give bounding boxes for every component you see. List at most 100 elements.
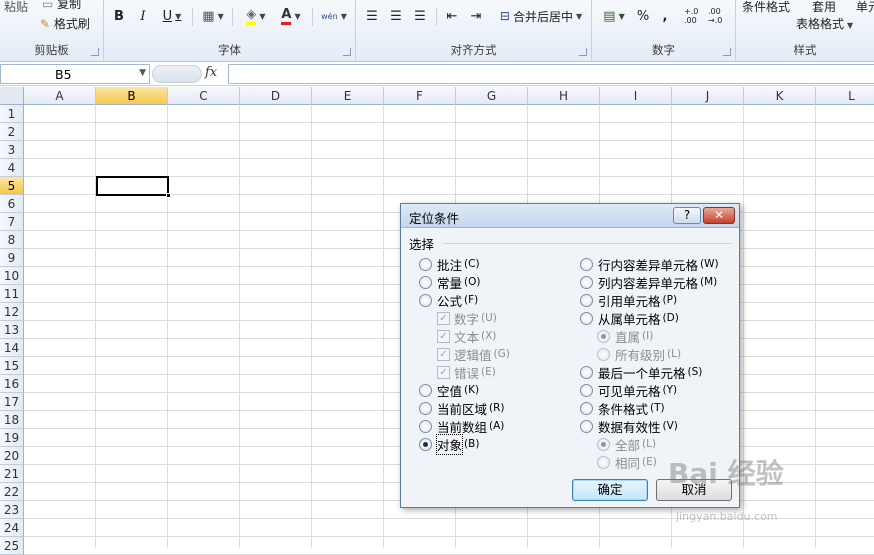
radio-left-8[interactable]: 当前区域 (R): [419, 400, 505, 417]
ok-button[interactable]: 确定: [572, 479, 648, 501]
access-key-label: (E): [481, 366, 496, 378]
cell-styles-button[interactable]: 单元: [856, 0, 874, 15]
radio-right-2[interactable]: 引用单元格 (P): [580, 292, 677, 309]
row-header-12[interactable]: 12: [0, 303, 24, 321]
clipboard-group: 粘贴 ▭ 复制 ✎ 格式刷 剪贴板: [0, 0, 104, 62]
row-header-11[interactable]: 11: [0, 285, 24, 303]
row-header-3[interactable]: 3: [0, 141, 24, 159]
font-launcher-icon[interactable]: [343, 48, 351, 56]
column-header-j[interactable]: J: [672, 87, 744, 105]
column-header-c[interactable]: C: [168, 87, 240, 105]
row-header-9[interactable]: 9: [0, 249, 24, 267]
row-header-22[interactable]: 22: [0, 483, 24, 501]
italic-button[interactable]: I: [134, 6, 152, 26]
column-header-e[interactable]: E: [312, 87, 384, 105]
insert-function-button[interactable]: fx: [205, 65, 217, 80]
column-header-d[interactable]: D: [240, 87, 312, 105]
row-header-13[interactable]: 13: [0, 321, 24, 339]
percent-button[interactable]: %: [634, 6, 652, 26]
row-header-15[interactable]: 15: [0, 357, 24, 375]
row-header-6[interactable]: 6: [0, 195, 24, 213]
bold-button[interactable]: B: [110, 6, 128, 26]
column-header-b[interactable]: B: [96, 87, 168, 105]
column-header-f[interactable]: F: [384, 87, 456, 105]
column-header-i[interactable]: I: [600, 87, 672, 105]
row-header-5[interactable]: 5: [0, 177, 24, 195]
fill-handle[interactable]: [166, 193, 171, 198]
radio-left-9[interactable]: 当前数组 (A): [419, 418, 504, 435]
column-header-h[interactable]: H: [528, 87, 600, 105]
radio-left-10[interactable]: 对象 (B): [419, 433, 479, 455]
row-header-16[interactable]: 16: [0, 375, 24, 393]
comma-button[interactable]: ,: [658, 6, 672, 26]
select-all-button[interactable]: [0, 87, 24, 105]
radio-left-0[interactable]: 批注 (C): [419, 256, 480, 273]
copy-button[interactable]: ▭ 复制: [42, 0, 81, 12]
close-button[interactable]: ✕: [703, 207, 735, 224]
formula-bar-splitter[interactable]: [152, 65, 202, 83]
font-color-button[interactable]: A ▼: [276, 6, 306, 26]
table-format-button[interactable]: 表格格式 ▼: [796, 15, 853, 32]
radio-left-7[interactable]: 空值 (K): [419, 382, 479, 399]
conditional-format-button[interactable]: 条件格式: [742, 0, 790, 15]
row-header-1[interactable]: 1: [0, 105, 24, 123]
row-header-7[interactable]: 7: [0, 213, 24, 231]
radio-right-0[interactable]: 行内容差异单元格 (W): [580, 256, 719, 273]
align-left-button[interactable]: ☰: [362, 6, 382, 26]
name-box[interactable]: B5 ▼: [0, 64, 150, 84]
row-header-14[interactable]: 14: [0, 339, 24, 357]
radio-right-1[interactable]: 列内容差异单元格 (M): [580, 274, 717, 291]
row-header-8[interactable]: 8: [0, 231, 24, 249]
underline-button[interactable]: U ▼: [158, 6, 186, 26]
chevron-down-icon[interactable]: ▼: [139, 68, 146, 78]
accounting-format-button[interactable]: ▤ ▼: [598, 6, 630, 26]
align-center-button[interactable]: ☰: [386, 6, 406, 26]
fill-color-button[interactable]: ◈ ▼: [240, 6, 272, 26]
row-header-25[interactable]: 25: [0, 537, 24, 555]
radio-right-7[interactable]: 可见单元格 (Y): [580, 382, 677, 399]
row-header-17[interactable]: 17: [0, 393, 24, 411]
row-header-2[interactable]: 2: [0, 123, 24, 141]
row-header-18[interactable]: 18: [0, 411, 24, 429]
option-label: 公式: [437, 293, 463, 309]
format-painter-button[interactable]: ✎ 格式刷: [40, 15, 90, 32]
row-header-10[interactable]: 10: [0, 267, 24, 285]
border-button[interactable]: ▦ ▼: [198, 6, 228, 26]
clipboard-launcher-icon[interactable]: [91, 48, 99, 56]
merge-center-button[interactable]: ⊟ 合并后居中 ▼: [494, 6, 588, 26]
dialog-titlebar[interactable]: 定位条件 ? ✕: [401, 204, 739, 228]
radio-right-8[interactable]: 条件格式 (T): [580, 400, 665, 417]
radio-right-3[interactable]: 从属单元格 (D): [580, 310, 679, 327]
checkbox-icon: ✓: [437, 329, 450, 343]
row-header-4[interactable]: 4: [0, 159, 24, 177]
increase-decimal-button[interactable]: +.0 .00: [684, 6, 706, 26]
increase-indent-button[interactable]: ⇥: [466, 6, 486, 26]
row-header-19[interactable]: 19: [0, 429, 24, 447]
radio-right-9[interactable]: 数据有效性 (V): [580, 418, 678, 435]
column-header-g[interactable]: G: [456, 87, 528, 105]
decrease-indent-button[interactable]: ⇤: [442, 6, 462, 26]
chevron-down-icon: ▼: [175, 11, 182, 21]
row-header-21[interactable]: 21: [0, 465, 24, 483]
font-group: B I U ▼ ▦ ▼ ◈ ▼ A ▼ wén ▼ 字体: [104, 0, 356, 62]
alignment-launcher-icon[interactable]: [579, 48, 587, 56]
row-header-24[interactable]: 24: [0, 519, 24, 537]
radio-right-6[interactable]: 最后一个单元格 (S): [580, 364, 702, 381]
row-header-20[interactable]: 20: [0, 447, 24, 465]
phonetic-button[interactable]: wén ▼: [317, 6, 351, 26]
align-right-button[interactable]: ☰: [410, 6, 430, 26]
table-format-apply-label[interactable]: 套用: [812, 0, 836, 15]
paste-button[interactable]: 粘贴: [4, 0, 28, 15]
formula-input[interactable]: [228, 64, 874, 84]
column-header-k[interactable]: K: [744, 87, 816, 105]
column-header-l[interactable]: L: [816, 87, 874, 105]
radio-left-2[interactable]: 公式 (F): [419, 292, 478, 309]
active-cell[interactable]: [96, 176, 169, 196]
number-launcher-icon[interactable]: [723, 48, 731, 56]
access-key-label: (I): [642, 330, 654, 342]
row-header-23[interactable]: 23: [0, 501, 24, 519]
column-header-a[interactable]: A: [24, 87, 96, 105]
radio-left-1[interactable]: 常量 (O): [419, 274, 480, 291]
decrease-decimal-button[interactable]: .00 →.0: [708, 6, 730, 26]
help-button[interactable]: ?: [673, 207, 701, 224]
